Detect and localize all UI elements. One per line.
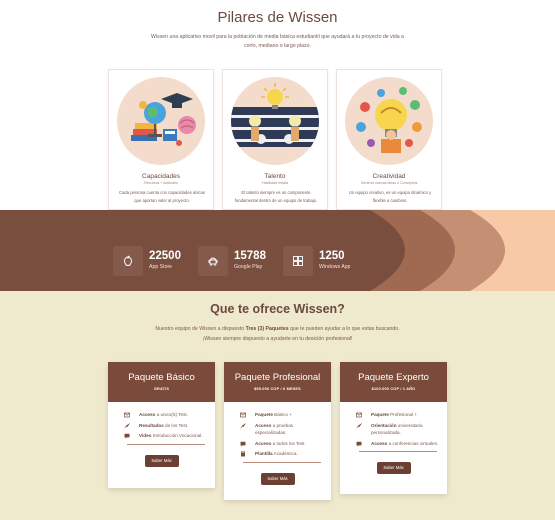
stat-label: Google Play <box>234 264 263 270</box>
package-name: Paquete Básico <box>128 372 195 383</box>
stat-label: Windows App <box>319 264 351 270</box>
list-item: Paquete Profesional + <box>356 411 439 419</box>
ofrece-section: Que te ofrece Wissen? Nuestro equipo de … <box>0 291 555 520</box>
card-subtitle: Generar nuevas ideas o Conceptos <box>360 181 418 185</box>
card-subtitle: Recursos + Actitudes <box>144 181 178 185</box>
feature-bold: Plantilla <box>255 451 273 456</box>
list-item: Acceso a unico(5) Test. <box>124 411 207 419</box>
mail-icon <box>356 412 362 418</box>
feature-bold: Paquete <box>371 412 389 417</box>
package-card-basico: Paquete Básico GRATIS Acceso a unico(5) … <box>108 362 215 488</box>
book-icon <box>241 451 245 457</box>
feature-list: Paquete Profesional + Orientación univer… <box>340 402 447 447</box>
android-icon <box>198 246 228 276</box>
list-item: Plantilla Académica. <box>240 450 323 458</box>
saber-mas-button[interactable]: Saber Más <box>376 462 411 474</box>
capacidades-illustration <box>117 77 205 165</box>
feature-bold: Acceso <box>371 440 388 446</box>
feature-text: Profesional + <box>388 412 418 417</box>
windows-icon <box>283 246 313 276</box>
intro-highlight: Tres (3) Paquetes <box>245 326 289 332</box>
card-description: El talento siempre es un componente fund… <box>234 190 318 203</box>
ofrece-intro: Nuestro equipo de Wissen a dispuesto Tre… <box>110 326 445 332</box>
divider <box>127 443 205 445</box>
ofrece-title: Que te ofrece Wissen? <box>210 302 345 316</box>
card-title: Capacidades <box>142 173 180 180</box>
divider <box>359 451 437 452</box>
feature-text: a unico(5) Test. <box>155 412 188 417</box>
rocket-icon <box>124 422 130 429</box>
package-name: Paquete Experto <box>358 372 429 383</box>
rocket-icon <box>240 422 246 429</box>
pilares-section: Pilares de Wissen Wissen una aplicativo … <box>0 0 555 210</box>
talento-illustration <box>231 77 319 165</box>
list-item: Acceso a conferencias virtuales. <box>356 440 439 448</box>
stat-number: 1250 <box>319 250 345 262</box>
chat-icon <box>356 441 362 447</box>
package-card-experto: Paquete Experto $100.000 COP / 1 AÑO Paq… <box>340 362 447 494</box>
stat-number: 22500 <box>149 250 181 262</box>
apple-icon <box>113 246 143 276</box>
divider <box>243 461 321 463</box>
chat-icon <box>124 433 130 439</box>
chat-icon <box>240 441 246 447</box>
package-header: Paquete Experto $100.000 COP / 1 AÑO <box>340 362 447 402</box>
pilares-intro: Wissen una aplicativo movil para la pobl… <box>151 34 404 49</box>
card-title: Creatividad <box>372 173 406 180</box>
feature-text: a conferencias virtuales. <box>387 440 439 446</box>
card-title: Talento <box>264 173 286 180</box>
package-header: Paquete Básico GRATIS <box>108 362 215 402</box>
pilar-card-talento: Talento Habilidad Innata El talento siem… <box>222 69 328 210</box>
feature-text: Introducción Vocacional. <box>151 433 203 438</box>
pilares-title: Pilares de Wissen <box>217 9 338 26</box>
list-item: Paquete Básico + <box>240 411 323 419</box>
saber-mas-button[interactable]: Saber Más <box>144 454 179 467</box>
feature-text: Básico + <box>272 412 292 417</box>
feature-text: Académica. <box>272 451 298 456</box>
card-subtitle: Habilidad Innata <box>262 181 288 185</box>
package-header: Paquete Profesional $55.000 COP / 6 MESE… <box>224 362 331 402</box>
card-description: Cada persona cuenta con capacidades únic… <box>119 190 205 203</box>
list-item: Orientación universitaria personalizada. <box>356 422 439 437</box>
creatividad-illustration <box>345 77 433 165</box>
stat-label: App Store <box>149 264 173 270</box>
stat-google-play: 15788 Google Play <box>198 246 278 282</box>
package-name: Paquete Profesional <box>234 372 321 383</box>
feature-bold: Acceso <box>139 412 156 417</box>
pilar-card-capacidades: Capacidades Recursos + Actitudes Cada pe… <box>108 69 214 210</box>
feature-text: a todos los Test. <box>271 440 306 446</box>
feature-bold: Resultados <box>139 422 164 428</box>
feature-list: Acceso a unico(5) Test. Resultados de lo… <box>108 402 215 440</box>
mail-icon <box>124 412 130 418</box>
stat-app-store: 22500 App Store <box>113 246 193 282</box>
ofrece-tagline: ¡Wissen siempre dispuesto a ayudarte en … <box>202 336 353 342</box>
list-item: Acceso a pruebas especializadas. <box>240 422 323 437</box>
stats-band: 22500 App Store 15788 Google Play 1250 W… <box>0 210 555 291</box>
stat-number: 15788 <box>234 250 266 262</box>
pilar-card-creatividad: Creatividad Generar nuevas ideas o Conce… <box>336 69 442 210</box>
intro-text: que te pueden ayudar a lo que estas busc… <box>288 326 400 332</box>
package-card-profesional: Paquete Profesional $55.000 COP / 6 MESE… <box>224 362 331 500</box>
feature-bold: Video <box>139 433 152 438</box>
package-price: $55.000 COP / 6 MESES <box>254 387 301 391</box>
mail-icon <box>240 412 246 418</box>
package-price: $100.000 COP / 1 AÑO <box>371 387 416 391</box>
card-description: Un equipo creativo, es un equipo dinámic… <box>348 190 432 203</box>
list-item: Acceso a todos los Test. <box>240 440 323 448</box>
feature-bold: Acceso <box>255 422 272 428</box>
feature-bold: Orientación <box>371 422 397 428</box>
feature-bold: Paquete <box>255 412 273 417</box>
stat-windows-app: 1250 Windows App <box>283 246 363 282</box>
list-item: Video Introducción Vocacional. <box>124 432 207 440</box>
list-item: Resultados de los Test. <box>124 422 207 430</box>
feature-list: Paquete Básico + Acceso a pruebas especi… <box>224 402 331 458</box>
rocket-icon <box>356 422 362 429</box>
package-price: GRATIS <box>153 387 170 391</box>
feature-text: de los Test. <box>163 422 189 428</box>
intro-text: Nuestro equipo de Wissen a dispuesto <box>155 326 246 332</box>
saber-mas-button[interactable]: Saber Más <box>260 472 295 485</box>
feature-bold: Acceso <box>255 440 272 446</box>
